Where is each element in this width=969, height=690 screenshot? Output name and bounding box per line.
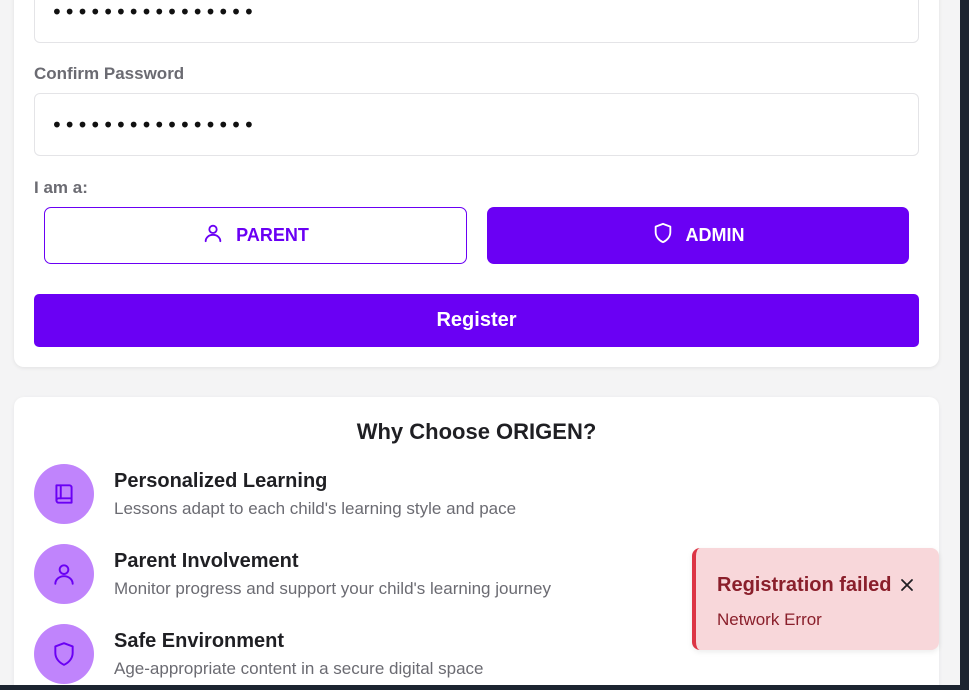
role-parent-button[interactable]: PARENT [44, 207, 467, 264]
role-label: I am a: [34, 178, 88, 197]
shield-icon [652, 221, 674, 250]
error-toast: Registration failed Network Error [692, 548, 939, 650]
window-frame [960, 0, 969, 690]
role-admin-button[interactable]: ADMIN [487, 207, 909, 264]
password-field[interactable]: •••••••••••••••• [34, 0, 919, 43]
user-icon [34, 544, 94, 604]
confirm-password-field[interactable]: •••••••••••••••• [34, 93, 919, 156]
toast-message: Network Error [717, 610, 822, 629]
window-frame [0, 685, 969, 690]
registration-card: •••••••••••••••• Confirm Password ••••••… [14, 0, 939, 367]
confirm-password-label: Confirm Password [34, 64, 185, 83]
role-parent-label: PARENT [236, 225, 309, 245]
feature-description: Lessons adapt to each child's learning s… [114, 499, 517, 518]
feature-description: Age-appropriate content in a secure digi… [114, 659, 484, 678]
toast-title: Registration failed [717, 574, 892, 596]
feature-item: Personalized Learning Lessons adapt to e… [34, 464, 914, 526]
register-button[interactable]: Register [34, 294, 919, 347]
shield-icon [34, 624, 94, 684]
book-icon [34, 464, 94, 524]
user-icon [202, 221, 224, 250]
feature-description: Monitor progress and support your child'… [114, 579, 551, 598]
feature-title: Parent Involvement [114, 550, 299, 572]
feature-title: Personalized Learning [114, 470, 328, 492]
role-admin-label: ADMIN [685, 225, 745, 245]
why-choose-title: Why Choose ORIGEN? [356, 419, 597, 444]
feature-title: Safe Environment [114, 630, 285, 652]
close-icon[interactable] [896, 574, 918, 596]
